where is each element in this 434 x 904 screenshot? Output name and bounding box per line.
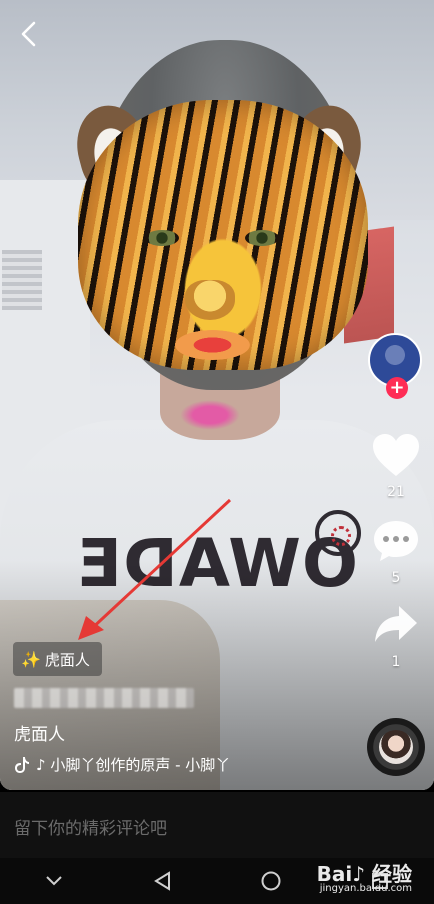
comment-bubble-icon <box>374 521 418 561</box>
music-label: ♪ 小脚丫创作的原声 - 小脚丫 <box>36 756 231 774</box>
tiger-face-effect <box>78 100 368 370</box>
author-avatar[interactable]: + <box>368 333 424 399</box>
chevron-down-icon <box>46 876 62 886</box>
nav-hide-button[interactable] <box>34 861 74 901</box>
magic-wand-icon: ✨ <box>21 649 41 669</box>
comment-count: 5 <box>391 570 401 586</box>
video-caption: 虎面人 <box>14 725 65 745</box>
music-title[interactable]: ♪ 小脚丫创作的原声 - 小脚丫 <box>14 754 230 775</box>
tiger-left-eye <box>145 230 179 246</box>
like-count: 21 <box>387 484 405 500</box>
chin-glow <box>180 400 240 430</box>
blurred-username <box>14 688 194 708</box>
share-count: 1 <box>391 654 401 670</box>
watermark-url: jingyan.baidu.com <box>319 883 412 894</box>
tiger-mouth <box>175 330 250 360</box>
comment-button[interactable]: 5 <box>365 518 427 586</box>
nav-back-button[interactable] <box>143 861 183 901</box>
music-disc[interactable] <box>367 718 425 776</box>
effect-chip[interactable]: ✨ 虎面人 <box>13 642 102 676</box>
heart-icon <box>373 434 419 476</box>
back-button[interactable] <box>14 18 46 50</box>
share-button[interactable]: 1 <box>365 602 427 670</box>
comment-input[interactable]: 留下你的精彩评论吧 <box>0 792 434 858</box>
music-cover <box>379 730 413 764</box>
follow-plus-button[interactable]: + <box>386 377 408 399</box>
shirt-logo <box>315 510 361 556</box>
nav-home-button[interactable] <box>251 861 291 901</box>
tiktok-note-icon <box>15 756 29 773</box>
chevron-left-icon <box>21 21 36 47</box>
like-button[interactable]: 21 <box>365 432 427 500</box>
tiger-right-eye <box>245 230 279 246</box>
triangle-back-icon <box>153 871 170 891</box>
background-vent <box>2 250 42 310</box>
tiger-nose <box>185 280 235 320</box>
share-arrow-icon <box>375 606 417 642</box>
annotation-arrow <box>78 498 232 640</box>
baidu-jingyan-watermark: Bai♪ 经验 jingyan.baidu.com <box>317 858 412 894</box>
circle-home-icon <box>261 871 281 891</box>
effect-chip-label: 虎面人 <box>44 650 90 669</box>
